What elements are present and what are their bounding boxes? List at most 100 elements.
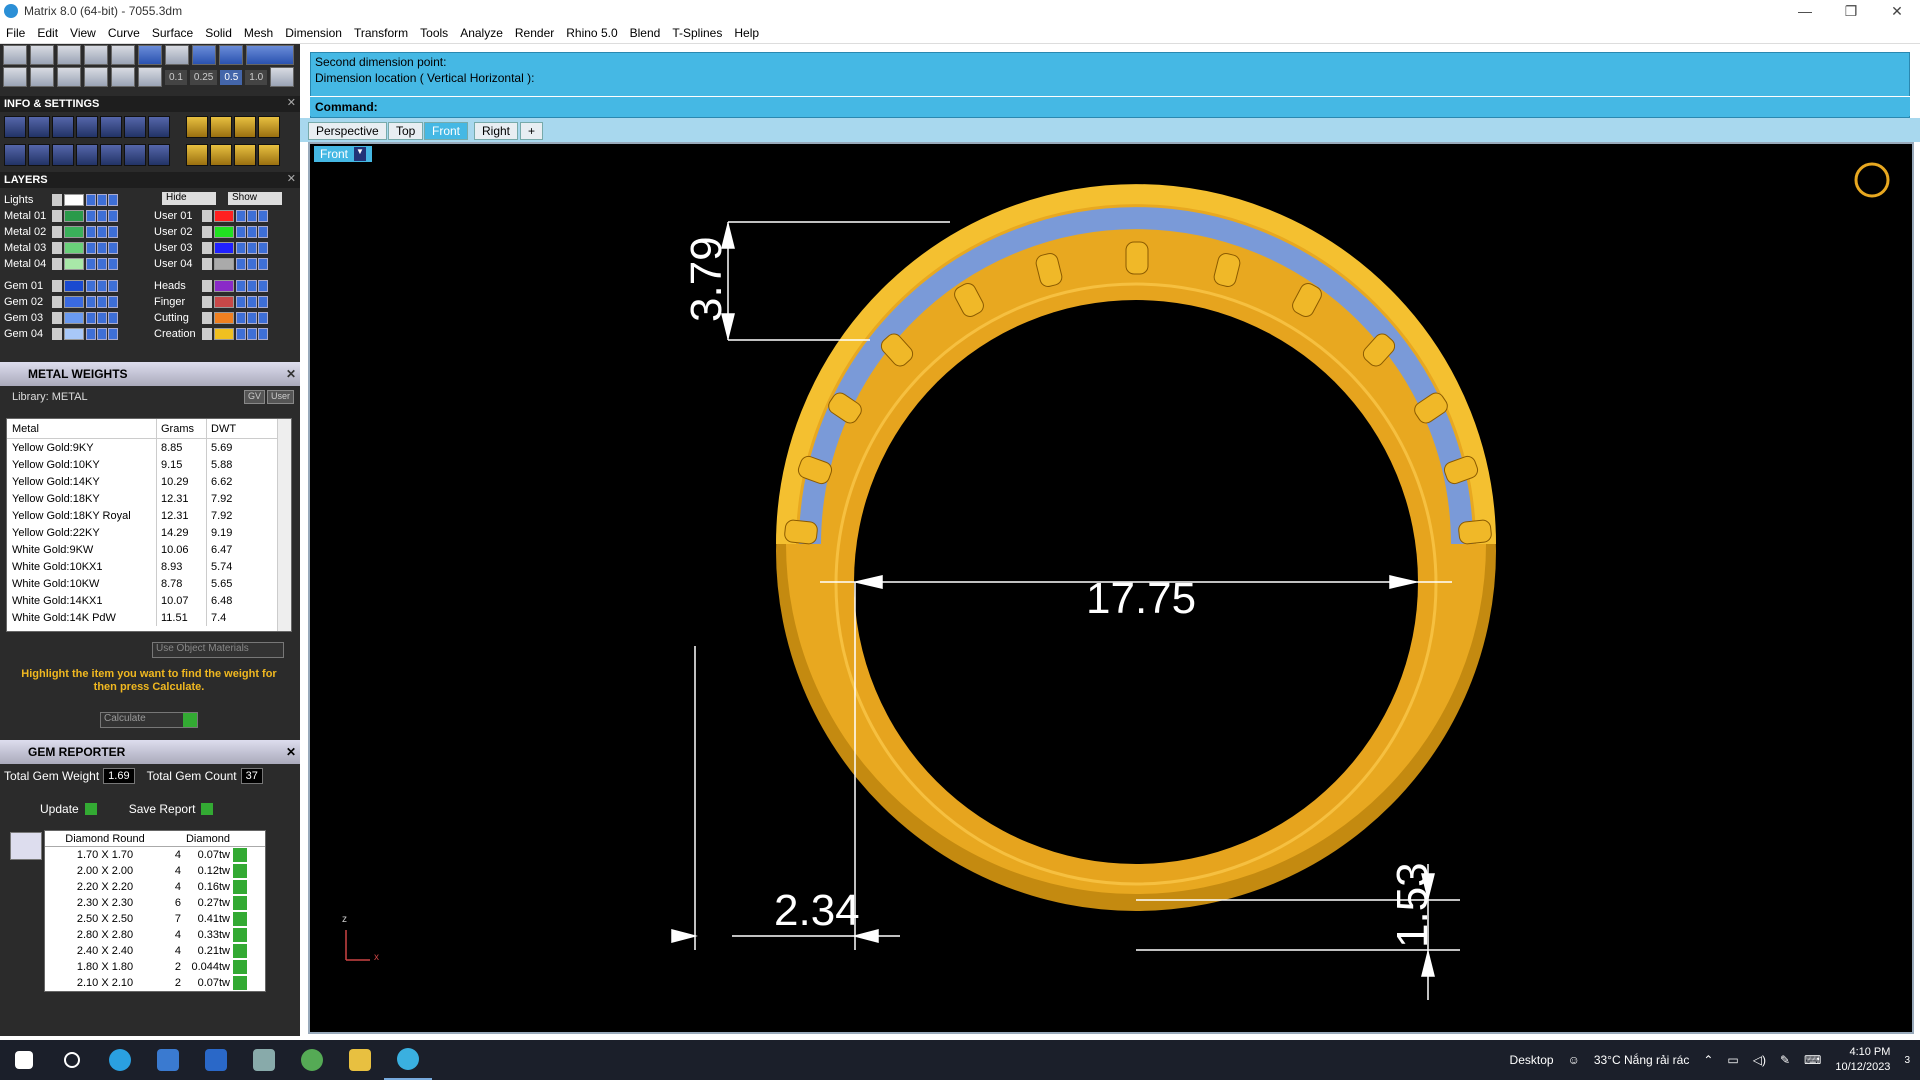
render-icon[interactable] [258,241,268,254]
ring-icon[interactable] [186,144,208,166]
layer-expand-icon[interactable] [202,311,212,324]
layer-color-swatch[interactable] [64,209,84,222]
layer-row[interactable]: Gem 03 [0,310,119,325]
visible-icon[interactable] [97,193,107,206]
lock-icon[interactable] [236,327,246,340]
visible-icon[interactable] [97,225,107,238]
arrow-icon[interactable] [138,67,162,87]
menu-item[interactable]: View [64,26,102,40]
table-row[interactable]: White Gold:14K PdW 11.51 7.4 [7,609,291,626]
render-icon[interactable] [258,257,268,270]
app-icon[interactable] [288,1040,336,1080]
export-icon[interactable] [258,116,280,138]
column-header[interactable]: Metal [7,419,157,438]
panel-icon[interactable] [28,144,50,166]
close-icon[interactable]: ✕ [287,172,296,185]
folder-icon[interactable] [336,1040,384,1080]
render-icon[interactable] [108,225,118,238]
layer-color-swatch[interactable] [214,241,234,254]
layer-expand-icon[interactable] [52,225,62,238]
render-icon[interactable] [108,311,118,324]
search-icon[interactable] [48,1040,96,1080]
visible-icon[interactable] [247,257,257,270]
layer-color-swatch[interactable] [214,279,234,292]
menu-item[interactable]: Curve [102,26,146,40]
play-icon[interactable] [233,880,247,894]
grid-view-icon[interactable] [4,144,26,166]
tab-right[interactable]: Right [474,122,519,140]
layer-row[interactable]: User 01 [150,208,269,223]
table-row[interactable]: Yellow Gold:18KY 12.31 7.92 [7,490,291,507]
menu-item[interactable]: Surface [146,26,199,40]
table-row[interactable]: White Gold:10KX1 8.93 5.74 [7,558,291,575]
matrix-app-icon[interactable] [384,1040,432,1080]
table-row[interactable]: 1.70 X 1.70 4 0.07tw [45,847,265,863]
settings-icon[interactable] [4,116,26,138]
menu-item[interactable]: Edit [31,26,64,40]
render-icon[interactable] [108,279,118,292]
frame-icon[interactable] [210,116,232,138]
render-icon[interactable] [108,241,118,254]
menu-item[interactable]: File [0,26,31,40]
save-report-button[interactable]: Save Report [129,802,214,816]
table-row[interactable]: Yellow Gold:14KY 10.29 6.62 [7,473,291,490]
menu-item[interactable]: Help [728,26,765,40]
diamond-icon[interactable] [111,67,135,87]
network-icon[interactable]: ▭ [1727,1053,1738,1067]
edge-icon[interactable] [96,1040,144,1080]
notification-count[interactable]: 3 [1904,1055,1910,1066]
show-button[interactable]: Show [228,192,282,205]
circle-tool-icon[interactable] [165,45,189,65]
volume-icon[interactable]: ◁) [1753,1053,1766,1067]
render-icon[interactable] [258,209,268,222]
lock-icon[interactable] [86,225,96,238]
lock-icon[interactable] [86,295,96,308]
play-icon[interactable] [233,928,247,942]
front-viewport[interactable]: Front ▼ 17.75 3.79 2.34 1.53 z x [308,142,1914,1034]
layer-expand-icon[interactable] [202,225,212,238]
table-row[interactable]: 1.80 X 1.80 2 0.044tw [45,959,265,975]
layer-row[interactable]: User 03 [150,240,269,255]
close-icon[interactable]: ✕ [287,96,296,109]
layer-expand-icon[interactable] [202,327,212,340]
column-header[interactable]: Grams [157,419,207,438]
menu-item[interactable]: Transform [348,26,414,40]
lock-icon[interactable] [236,279,246,292]
cross-tool-icon[interactable] [57,45,81,65]
lock-icon[interactable] [86,193,96,206]
layer-color-swatch[interactable] [64,279,84,292]
layer-row[interactable]: Metal 03 [0,240,119,255]
hide-button[interactable]: Hide [162,192,216,205]
add-tab-button[interactable]: + [520,122,544,140]
snap-value-2[interactable]: 0.25 [189,69,218,85]
layer-color-swatch[interactable] [64,225,84,238]
layer-color-swatch[interactable] [64,311,84,324]
render-icon[interactable] [258,279,268,292]
layer-color-swatch[interactable] [64,257,84,270]
layer-color-swatch[interactable] [214,327,234,340]
pen-icon[interactable]: ✎ [1780,1053,1790,1067]
pen-icon[interactable] [57,67,81,87]
layer-expand-icon[interactable] [202,279,212,292]
point-tool-icon[interactable] [84,45,108,65]
play-icon[interactable] [233,944,247,958]
cylinder-icon[interactable] [76,144,98,166]
render-icon[interactable] [108,209,118,222]
lock-icon[interactable] [86,327,96,340]
metal-table-scrollbar[interactable] [277,419,291,631]
snap-value-3[interactable]: 0.5 [220,69,243,85]
table-row[interactable]: 2.50 X 2.50 7 0.41tw [45,911,265,927]
table-row[interactable]: White Gold:14KX1 10.07 6.48 [7,592,291,609]
lock-icon[interactable] [236,257,246,270]
visible-icon[interactable] [247,311,257,324]
visible-icon[interactable] [97,311,107,324]
render-icon[interactable] [258,327,268,340]
gv-button[interactable]: GV [243,390,265,404]
menu-item[interactable]: Mesh [238,26,279,40]
clock[interactable]: 4:10 PM 10/12/2023 [1835,1045,1890,1075]
tab-top[interactable]: Top [388,122,424,140]
layer-expand-icon[interactable] [52,327,62,340]
menu-item[interactable]: Rhino 5.0 [560,26,623,40]
filter-icon[interactable] [100,144,122,166]
transform-icon[interactable] [124,144,146,166]
